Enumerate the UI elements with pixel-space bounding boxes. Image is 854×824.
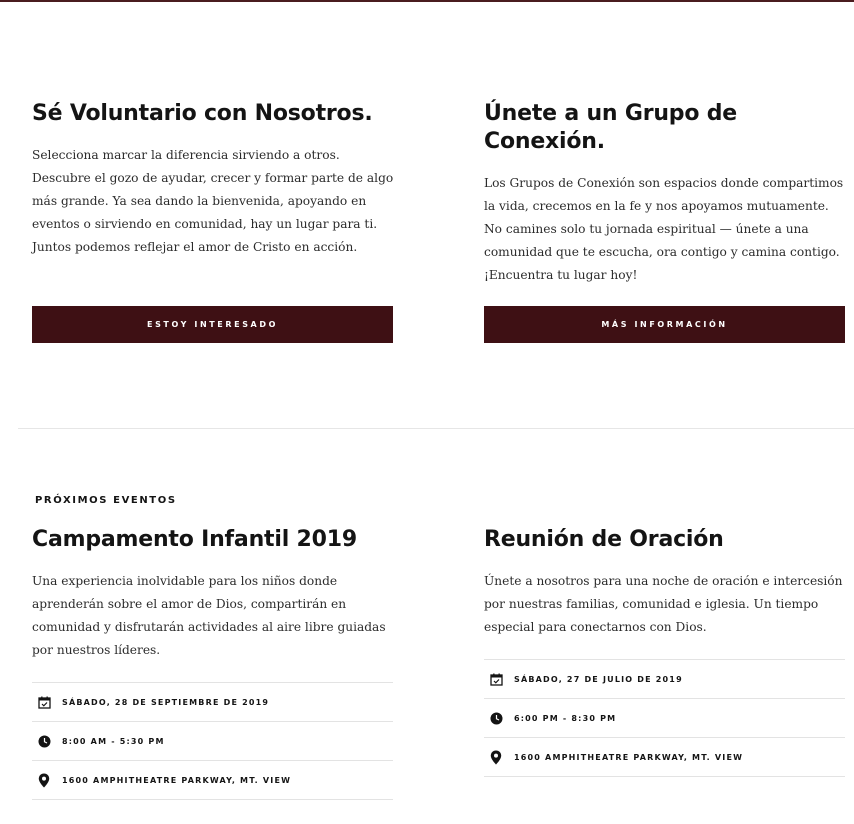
event-card: Campamento Infantil 2019 Una experiencia… <box>32 526 394 662</box>
calendar-icon <box>489 672 503 686</box>
clock-icon <box>489 711 503 725</box>
volunteer-title: Sé Voluntario con Nosotros. <box>32 101 373 126</box>
groups-title: Únete a un Grupo de Conexión. <box>484 101 737 154</box>
map-pin-icon <box>489 750 503 764</box>
top-border <box>0 0 854 2</box>
groups-description: Los Grupos de Conexión son espacios dond… <box>484 176 844 282</box>
event-description: Únete a nosotros para una noche de oraci… <box>484 574 843 634</box>
map-pin-icon <box>37 773 51 787</box>
event-date-row: SÁBADO, 28 DE SEPTIEMBRE DE 2019 <box>32 682 393 721</box>
event-details: SÁBADO, 27 DE JULIO DE 2019 6:00 PM - 8:… <box>484 659 845 777</box>
event-time-row: 6:00 PM - 8:30 PM <box>484 698 845 737</box>
event-location-row: 1600 AMPHITHEATRE PARKWAY, MT. VIEW <box>484 737 845 777</box>
event-details: SÁBADO, 28 DE SEPTIEMBRE DE 2019 8:00 AM… <box>32 682 393 800</box>
clock-icon <box>37 734 51 748</box>
more-info-button[interactable]: MÁS INFORMACIÓN <box>484 306 845 343</box>
event-card: Reunión de Oración Únete a nosotros para… <box>484 526 846 639</box>
volunteer-description: Selecciona marcar la diferencia sirviend… <box>32 148 394 254</box>
event-time-row: 8:00 AM - 5:30 PM <box>32 721 393 760</box>
event-location-row: 1600 AMPHITHEATRE PARKWAY, MT. VIEW <box>32 760 393 800</box>
groups-section: Únete a un Grupo de Conexión. Los Grupos… <box>484 100 846 287</box>
event-date-row: SÁBADO, 27 DE JULIO DE 2019 <box>484 659 845 698</box>
event-time: 6:00 PM - 8:30 PM <box>514 713 617 723</box>
event-time: 8:00 AM - 5:30 PM <box>62 736 165 746</box>
section-divider <box>18 428 854 429</box>
volunteer-section: Sé Voluntario con Nosotros. Selecciona m… <box>32 100 394 259</box>
event-title[interactable]: Reunión de Oración <box>484 526 846 554</box>
interested-button[interactable]: ESTOY INTERESADO <box>32 306 393 343</box>
calendar-icon <box>37 695 51 709</box>
event-description: Una experiencia inolvidable para los niñ… <box>32 574 386 657</box>
event-title[interactable]: Campamento Infantil 2019 <box>32 526 394 554</box>
upcoming-events-label: PRÓXIMOS EVENTOS <box>35 495 177 506</box>
event-date: SÁBADO, 28 DE SEPTIEMBRE DE 2019 <box>62 697 270 707</box>
event-location: 1600 AMPHITHEATRE PARKWAY, MT. VIEW <box>62 775 292 785</box>
event-date: SÁBADO, 27 DE JULIO DE 2019 <box>514 674 683 684</box>
event-location: 1600 AMPHITHEATRE PARKWAY, MT. VIEW <box>514 752 744 762</box>
